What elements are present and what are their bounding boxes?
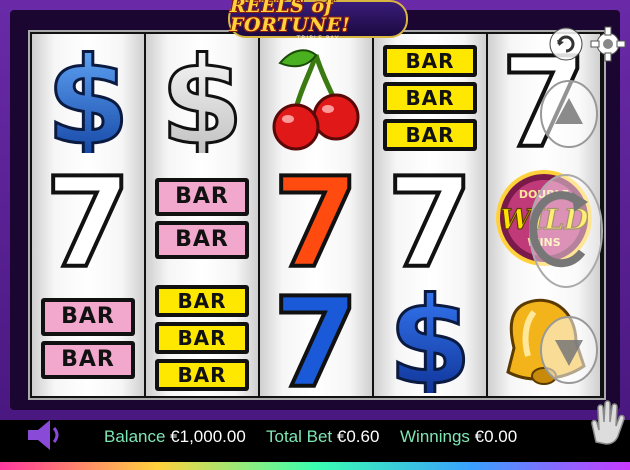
bar-label: BAR — [387, 49, 473, 73]
reel-2: $ BAR BAR BAR BAR BAR — [146, 34, 258, 396]
bar-label: BAR — [45, 344, 131, 375]
bar-label: BAR — [159, 363, 245, 387]
bar-label: BAR — [387, 123, 473, 147]
total-bet-label: Total Bet — [266, 427, 333, 446]
svg-text:$: $ — [388, 283, 472, 393]
balance-display: Balance €1,000.00 — [104, 426, 246, 448]
total-bet-value: €0.60 — [336, 427, 380, 446]
svg-text:$: $ — [160, 43, 244, 153]
svg-text:7: 7 — [273, 162, 359, 274]
arrow-up-icon[interactable] — [540, 80, 598, 148]
symbol-bar-double-pink: BAR BAR — [32, 278, 144, 398]
logo-subtitle: TRIPLE PAY — [296, 34, 340, 42]
svg-text:7: 7 — [273, 282, 359, 394]
symbol-bar-triple-yellow: BAR BAR BAR — [374, 38, 486, 158]
total-bet-display: Total Bet €0.60 — [266, 426, 379, 448]
reel-4: BAR BAR BAR 7 $ — [374, 34, 486, 396]
symbol-seven-blue: 7 — [260, 278, 372, 398]
reel-1: $ 7 BAR BAR — [32, 34, 144, 396]
bar-label: BAR — [159, 224, 245, 255]
reels-window: $ 7 BAR BAR $ BAR BAR BAR BAR BAR 7 7 BA… — [28, 30, 606, 400]
svg-text:7: 7 — [45, 162, 131, 274]
game-logo: REELS of FORTUNE! TRIPLE PAY — [228, 0, 408, 42]
bar-label: BAR — [45, 301, 131, 332]
symbol-seven-white: 7 — [374, 158, 486, 278]
winnings-label: Winnings — [400, 427, 470, 446]
symbol-dollar-blue: $ — [32, 38, 144, 158]
gear-icon[interactable] — [590, 24, 626, 64]
balance-value: €1,000.00 — [170, 427, 246, 446]
symbol-bar-triple-yellow: BAR BAR BAR — [146, 278, 258, 398]
speaker-icon[interactable] — [24, 418, 64, 452]
symbol-dollar-white: $ — [146, 38, 258, 158]
symbol-dollar-blue: $ — [374, 278, 486, 398]
balance-label: Balance — [104, 427, 166, 446]
bar-label: BAR — [159, 289, 245, 313]
reel-3: 7 7 — [260, 34, 372, 396]
spin-icon[interactable] — [528, 172, 604, 290]
svg-text:$: $ — [46, 43, 130, 153]
symbol-bar-double-pink: BAR BAR — [146, 158, 258, 278]
bar-label: BAR — [159, 326, 245, 350]
symbol-seven-white: 7 — [32, 158, 144, 278]
symbol-seven-red: 7 — [260, 158, 372, 278]
winnings-display: Winnings €0.00 — [400, 426, 517, 448]
bottom-color-strip — [0, 462, 630, 470]
replay-icon[interactable] — [548, 26, 584, 62]
bar-label: BAR — [159, 181, 245, 212]
hand-icon[interactable] — [582, 398, 628, 446]
arrow-down-icon[interactable] — [540, 316, 598, 384]
winnings-value: €0.00 — [474, 427, 518, 446]
logo-title: REELS of FORTUNE! — [230, 0, 351, 36]
svg-text:7: 7 — [387, 162, 473, 274]
bar-label: BAR — [387, 86, 473, 110]
symbol-cherries — [260, 38, 372, 158]
